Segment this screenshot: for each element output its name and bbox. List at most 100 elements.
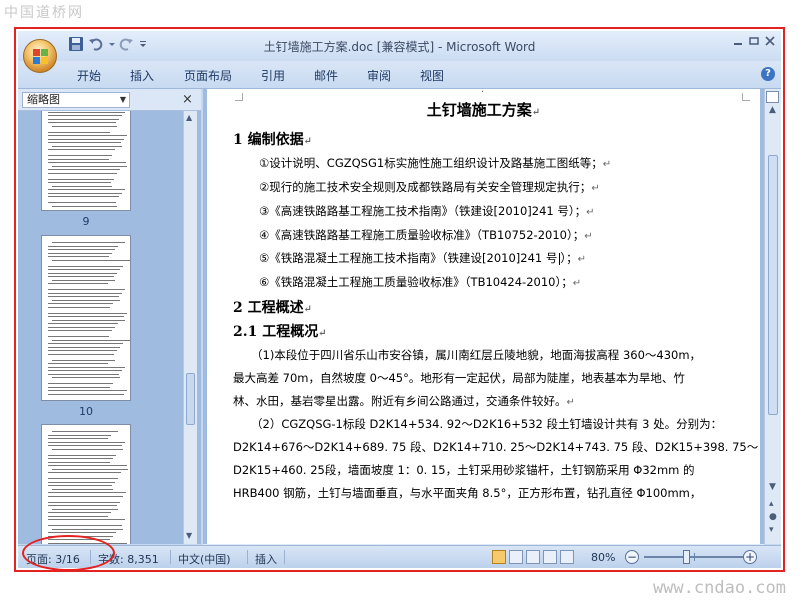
thumbnail-text-line xyxy=(48,269,120,270)
thumbnail-text-line xyxy=(48,350,117,351)
body-line: （2）CGZQSG-1标段 D2K14+534. 92～D2K16+532 段土… xyxy=(251,417,723,431)
thumbnail-text-line xyxy=(48,438,108,439)
full-screen-reading-view-icon[interactable] xyxy=(509,550,523,564)
thumbnail-text-line xyxy=(48,122,116,123)
language-indicator[interactable]: 中文(中国) xyxy=(178,551,231,567)
tab-page-layout[interactable]: 页面布局 xyxy=(184,67,232,84)
thumbnail-text-line xyxy=(48,249,115,250)
navigation-view-dropdown[interactable]: 缩略图 ▼ xyxy=(22,92,130,108)
scroll-down-icon[interactable]: ▼ xyxy=(186,531,192,540)
zoom-slider-thumb[interactable] xyxy=(683,550,690,564)
body-line: HRB400 钢筋，土钉与墙面垂直，与水平面夹角 8.5°，正方形布置，钻孔直径… xyxy=(233,486,702,500)
close-window-icon[interactable] xyxy=(760,36,780,52)
outline-view-icon[interactable] xyxy=(543,550,557,564)
scroll-up-icon[interactable]: ▲ xyxy=(186,113,192,122)
thumbnail-text-line xyxy=(48,306,110,308)
tab-insert[interactable]: 插入 xyxy=(130,67,154,84)
next-page-icon[interactable]: ▾ xyxy=(769,525,774,535)
help-icon[interactable]: ? xyxy=(761,67,775,81)
thumbnail-text-line xyxy=(52,359,115,361)
office-button[interactable] xyxy=(23,39,57,73)
document-page[interactable]: · 土钉墙施工方案↵ 1 编制依据↵ ①设计说明、CGZQSG1标实施性施工组织… xyxy=(207,89,760,544)
document-scrollbar[interactable]: ▲ ▼ ▴ ● ▾ xyxy=(764,89,781,544)
thumbnail-text-line xyxy=(48,138,124,140)
thumbnail-text-line xyxy=(48,505,117,506)
list-item: ⑥《铁路混凝土工程施工质量验收标准》（TB10424-2010）；↵ xyxy=(259,275,582,289)
previous-page-icon[interactable]: ▴ xyxy=(769,499,774,509)
browse-object-icon[interactable]: ● xyxy=(769,512,777,522)
thumbnail-text-line xyxy=(48,373,119,375)
title-bar: 土钉墙施工方案.doc [兼容模式] - Microsoft Word xyxy=(18,31,781,61)
thumbnail-text-line xyxy=(48,289,125,290)
thumbnail-text-line xyxy=(48,135,127,136)
watermark-top: 中国道桥网 xyxy=(4,5,84,21)
undo-icon[interactable] xyxy=(88,36,106,54)
redo-icon[interactable] xyxy=(118,36,136,54)
tab-review[interactable]: 审阅 xyxy=(367,67,391,84)
thumbnail-text-line xyxy=(52,468,128,470)
thumbnail-text-line xyxy=(48,363,108,364)
thumbnail-scrollbar[interactable]: ▲ ▼ xyxy=(183,111,197,544)
body-line: D2K15+460. 25段，墙面坡度 1：0. 15，土钉采用砂浆锚杆，土钉钢… xyxy=(233,463,695,477)
draft-view-icon[interactable] xyxy=(560,550,574,564)
close-pane-icon[interactable]: × xyxy=(182,92,193,107)
insert-mode-indicator[interactable]: 插入 xyxy=(255,551,277,567)
thumbnail-text-line xyxy=(48,169,120,170)
thumbnail-text-line xyxy=(48,162,126,163)
thumbnail-text-line xyxy=(52,488,113,490)
body-line: （1)本段位于四川省乐山市安谷镇，属川南红层丘陵地貌，地面海拔高程 360～43… xyxy=(251,348,702,362)
thumbnail-text-line xyxy=(52,431,118,432)
customize-toolbar-icon[interactable] xyxy=(138,36,148,54)
thumbnail-text-line xyxy=(52,528,123,530)
thumbnail-text-line xyxy=(48,501,120,503)
thumbnail-text-line xyxy=(48,461,110,463)
thumbnail-text-line xyxy=(48,383,113,384)
thumbnail-text-line xyxy=(48,346,120,348)
thumbnail-text-line xyxy=(48,155,112,156)
thumbnail-text-line xyxy=(48,478,118,479)
quick-access-toolbar xyxy=(68,36,150,54)
zoom-out-button[interactable]: − xyxy=(625,550,639,564)
zoom-level[interactable]: 80% xyxy=(591,551,615,564)
divider xyxy=(247,550,248,564)
page-thumbnail-11[interactable] xyxy=(41,424,131,544)
list-item: ④《高速铁路路基工程施工质量验收标准》（TB10752-2010）；↵ xyxy=(259,228,593,242)
thumbnail-text-line xyxy=(48,182,111,183)
thumbnail-text-line xyxy=(48,472,121,473)
scroll-up-icon[interactable]: ▲ xyxy=(769,105,776,115)
undo-dropdown-icon[interactable] xyxy=(108,36,116,54)
web-layout-view-icon[interactable] xyxy=(526,550,540,564)
tab-references[interactable]: 引用 xyxy=(261,67,285,84)
print-layout-view-icon[interactable] xyxy=(492,550,506,564)
tab-home[interactable]: 开始 xyxy=(77,67,101,84)
tab-view[interactable]: 视图 xyxy=(420,67,444,84)
thumbnail-text-line xyxy=(52,508,118,510)
thumbnail-text-line xyxy=(52,339,130,341)
tab-mailings[interactable]: 邮件 xyxy=(314,67,338,84)
save-icon[interactable] xyxy=(68,36,86,54)
thumbnail-text-line xyxy=(48,326,115,328)
watermark-bottom: www.cndao.com xyxy=(652,578,786,598)
document-scroll-thumb[interactable] xyxy=(768,155,778,415)
thumbnail-text-line xyxy=(48,202,116,203)
zoom-in-button[interactable]: + xyxy=(743,550,757,564)
list-item: ①设计说明、CGZQSG1标实施性施工组织设计及路基施工图纸等；↵ xyxy=(259,156,612,170)
thumbnail-text-line xyxy=(48,272,117,274)
thumbnail-text-line xyxy=(48,292,122,294)
page-thumbnail-9[interactable] xyxy=(41,111,131,211)
thumbnail-scroll-thumb[interactable] xyxy=(186,373,195,425)
thumbnail-text-line xyxy=(52,125,117,127)
navigation-view-label: 缩略图 xyxy=(27,93,60,106)
thumbnail-text-line xyxy=(48,111,125,113)
thumbnail-text-line xyxy=(48,131,110,133)
red-highlight-ellipse xyxy=(22,535,115,571)
ruler-toggle-icon[interactable] xyxy=(766,91,779,103)
thumbnail-text-line xyxy=(48,252,112,254)
scroll-down-icon[interactable]: ▼ xyxy=(769,482,776,492)
thumbnail-text-line xyxy=(48,441,125,443)
word-window: 土钉墙施工方案.doc [兼容模式] - Microsoft Word 开始 插… xyxy=(18,31,781,568)
thumbnail-text-line xyxy=(48,512,111,513)
ribbon-tabs: 开始 插入 页面布局 引用 邮件 审阅 视图 xyxy=(18,61,781,89)
thumbnail-text-line xyxy=(52,279,115,281)
page-thumbnail-10[interactable] xyxy=(41,235,131,401)
